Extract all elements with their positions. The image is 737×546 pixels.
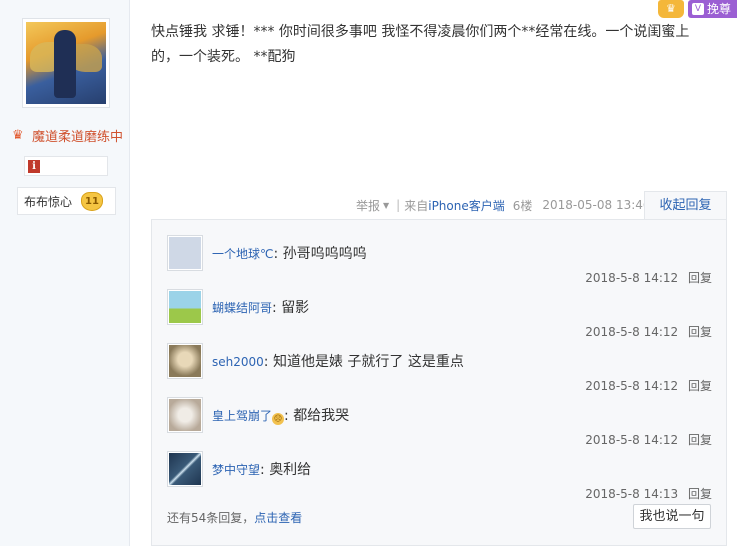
comment-time: 2018-5-8 14:12 [585,379,679,393]
comment-username[interactable]: 一个地球℃ [212,247,273,261]
comment-text: 奥利给 [269,462,312,478]
reply-link[interactable]: 回复 [688,379,712,393]
avatar[interactable] [167,397,203,433]
avatar[interactable] [167,235,203,271]
add-reply-button[interactable]: 我也说一句 [633,504,711,529]
comment-text: 都给我哭 [293,408,350,424]
vip-button-label: 挽尊 [706,2,731,16]
comment-text: 孙哥呜呜呜呜 [282,246,367,262]
from-prefix: 来自 [404,198,429,213]
list-item: 一个地球℃: 孙哥呜呜呜呜 2018-5-8 14:12 回复 [167,235,712,289]
author-avatar-image [26,22,106,104]
avatar-image [169,345,201,377]
avatar-image [169,399,201,431]
avatar-image [169,453,201,485]
avatar[interactable] [167,343,203,379]
crown-icon: ♛ [657,0,684,18]
author-username[interactable]: 魔道柔道磨练中 [32,126,123,145]
level-badge-icon: 11 [81,191,104,211]
post-tail: 举报 ▼ | 来自 iPhone客户端 6楼 2018-05-08 13:46 [356,196,651,214]
avatar-image [169,291,201,323]
avatar[interactable] [167,289,203,325]
comment-time: 2018-5-8 14:12 [585,271,679,285]
report-link[interactable]: 举报 [356,197,380,214]
floor-number: 6楼 [512,198,533,213]
author-sidebar: ♛ 魔道柔道磨练中 i 布布惊心 11 [0,0,130,546]
comment-meta: 2018-5-8 14:12 回复 [585,431,712,448]
comment-meta: 2018-5-8 14:12 回复 [585,377,712,394]
divider: | [396,198,401,212]
reply-link[interactable]: 回复 [688,433,712,447]
reply-link[interactable]: 回复 [688,487,712,501]
author-info-box: i [24,156,108,176]
comment-text: 留影 [281,300,310,316]
author-avatar[interactable] [22,18,110,108]
comment-line: 一个地球℃: 孙哥呜呜呜呜 [212,246,367,262]
comment-meta: 2018-5-8 14:13 回复 [585,485,712,502]
author-level-box[interactable]: 布布惊心 11 [17,187,116,215]
comment-line: 梦中守望: 奥利给 [212,462,312,478]
comment-line: 蝴蝶结阿哥: 留影 [212,300,310,316]
vip-button[interactable]: V 挽尊 [687,0,737,18]
list-item: 梦中守望: 奥利给 2018-5-8 14:13 回复 [167,451,712,505]
collapse-replies-button[interactable]: 收起回复 [644,191,727,220]
sad-face-icon: ☹ [272,413,285,425]
reply-link[interactable]: 回复 [688,325,712,339]
vip-icon: V [691,3,704,15]
more-replies: 还有54条回复，点击查看 [167,509,302,526]
post-date: 2018-05-08 13:46 [542,198,651,212]
comment-meta: 2018-5-8 14:12 回复 [585,323,712,340]
view-more-link[interactable]: 点击查看 [254,511,302,525]
top-badges: ♛ V 挽尊 [657,0,737,18]
list-item: 蝴蝶结阿哥: 留影 2018-5-8 14:12 回复 [167,289,712,343]
info-icon[interactable]: i [28,160,40,173]
client-link[interactable]: iPhone客户端 [428,197,505,214]
more-replies-prefix: 还有54条回复， [167,511,255,525]
comment-username[interactable]: 皇上驾崩了 [212,409,272,423]
comment-username[interactable]: seh2000 [212,355,264,369]
reply-link[interactable]: 回复 [688,271,712,285]
avatar[interactable] [167,451,203,487]
comment-text: 知道他是婊 子就行了 这是重点 [272,354,464,370]
level-name: 布布惊心 [24,194,73,209]
chevron-down-icon[interactable]: ▼ [383,201,389,210]
comment-list: 一个地球℃: 孙哥呜呜呜呜 2018-5-8 14:12 回复 蝴蝶结阿哥: 留… [151,219,727,546]
comment-meta: 2018-5-8 14:12 回复 [585,269,712,286]
author-name-row: ♛ 魔道柔道磨练中 [12,126,123,145]
post-content: 快点锤我 求锤！*** 你时间很多事吧 我怪不得凌晨你们两个**经常在线。一个说… [151,24,690,65]
member-icon: ♛ [12,127,24,143]
comment-time: 2018-5-8 14:12 [585,325,679,339]
avatar-image [169,237,201,269]
list-item: seh2000: 知道他是婊 子就行了 这是重点 2018-5-8 14:12 … [167,343,712,397]
comment-username[interactable]: 梦中守望 [212,463,260,477]
comment-time: 2018-5-8 14:13 [585,487,679,501]
comment-time: 2018-5-8 14:12 [585,433,679,447]
comment-line: 皇上驾崩了 ☹: 都给我哭 [212,408,350,425]
comment-line: seh2000: 知道他是婊 子就行了 这是重点 [212,354,464,370]
list-item: 皇上驾崩了 ☹: 都给我哭 2018-5-8 14:12 回复 [167,397,712,451]
comment-username[interactable]: 蝴蝶结阿哥 [212,301,272,315]
